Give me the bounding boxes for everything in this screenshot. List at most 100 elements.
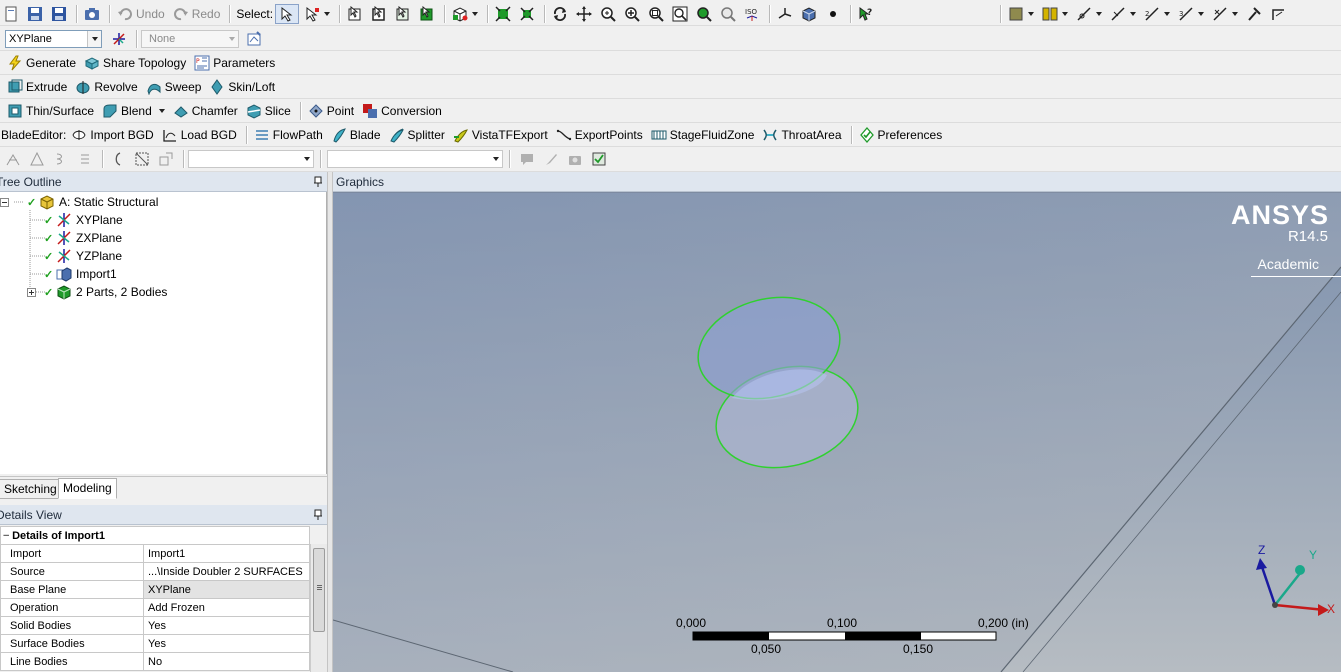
flowpath-button[interactable]: FlowPath	[251, 125, 326, 145]
tree-item-xyplane[interactable]: ✓ XYPlane	[44, 211, 123, 229]
property-value[interactable]: Import1	[143, 544, 310, 563]
select-edges-button[interactable]	[368, 4, 390, 24]
details-scrollbar[interactable]	[310, 544, 327, 672]
sketch-select-arrow[interactable]	[224, 31, 238, 47]
edge-tool-1-dropdown[interactable]	[1073, 4, 1105, 24]
tree-item-zxplane[interactable]: ✓ ZXPlane	[44, 229, 122, 247]
pin-icon[interactable]	[313, 176, 323, 188]
details-row[interactable]: Import Import1	[0, 544, 310, 563]
tree-item-parts-bodies[interactable]: ✓ 2 Parts, 2 Bodies	[27, 283, 167, 301]
iso-view-button[interactable]: ISO	[741, 4, 763, 24]
brush-button[interactable]	[540, 149, 562, 169]
comment-button[interactable]	[516, 149, 538, 169]
chamfer-button[interactable]: Chamfer	[170, 101, 241, 121]
pin-icon[interactable]	[313, 509, 323, 521]
preferences-button[interactable]: Preferences	[856, 125, 946, 145]
property-value[interactable]: No	[143, 652, 310, 671]
graphics-viewport[interactable]: ANSYS R14.5 Academic 0,000 0,100 0,200 (…	[333, 192, 1341, 672]
box-select-dropdown[interactable]	[301, 4, 333, 24]
share-topology-button[interactable]: Share Topology	[81, 53, 189, 73]
camera-tool-button[interactable]	[564, 149, 586, 169]
skin-loft-button[interactable]: Skin/Loft	[206, 77, 278, 97]
whats-this-button[interactable]: ?	[855, 4, 877, 24]
display-edges-dropdown[interactable]	[1005, 4, 1037, 24]
thin-surface-button[interactable]: Thin/Surface	[4, 101, 97, 121]
select-points-button[interactable]	[344, 4, 366, 24]
parameters-button[interactable]: P Parameters	[191, 53, 278, 73]
plane-select-arrow[interactable]	[87, 30, 101, 47]
sketch-entity-arrow[interactable]	[488, 151, 502, 167]
sketch-tool-4-button[interactable]	[74, 149, 96, 169]
details-section-header[interactable]: − Details of Import1	[0, 526, 310, 545]
edge-tool-5-dropdown[interactable]	[1209, 4, 1241, 24]
undo-button[interactable]: Undo	[114, 4, 168, 24]
zoom-button[interactable]	[597, 4, 619, 24]
rotate-button[interactable]	[549, 4, 571, 24]
sketch-filter-select[interactable]	[188, 150, 314, 168]
tree-item-static-structural[interactable]: ✓ A: Static Structural	[0, 193, 158, 211]
sketch-tool-6-button[interactable]	[131, 149, 153, 169]
load-bgd-button[interactable]: Load BGD	[159, 125, 240, 145]
sketch-tool-3-button[interactable]	[50, 149, 72, 169]
pan-button[interactable]	[573, 4, 595, 24]
blend-dropdown[interactable]: Blend	[99, 101, 168, 121]
edge-tool-2-dropdown[interactable]	[1107, 4, 1139, 24]
slice-button[interactable]: Slice	[243, 101, 294, 121]
zoom-selection-button[interactable]	[516, 4, 538, 24]
extend-selection-dropdown[interactable]	[449, 4, 481, 24]
sketch-entity-select[interactable]	[327, 150, 503, 168]
single-select-button[interactable]	[275, 3, 300, 24]
edge-tool-3-dropdown[interactable]: 2	[1141, 4, 1173, 24]
sketch-tool-7-button[interactable]	[155, 149, 177, 169]
tree-item-yzplane[interactable]: ✓ YZPlane	[44, 247, 122, 265]
stage-fluid-zone-button[interactable]: StageFluidZone	[648, 125, 758, 145]
zoom-box-button[interactable]	[669, 4, 691, 24]
tree-item-import1[interactable]: ✓ Import1	[44, 265, 117, 283]
display-points-button[interactable]	[822, 4, 844, 24]
zoom-to-fit-button[interactable]	[645, 4, 667, 24]
select-faces-button[interactable]	[392, 4, 414, 24]
details-row[interactable]: Base Plane XYPlane	[0, 580, 310, 599]
save-as-button[interactable]	[48, 4, 70, 24]
conversion-button[interactable]: Conversion	[359, 101, 445, 121]
revolve-button[interactable]: Revolve	[72, 77, 140, 97]
zoom-fit-button[interactable]	[492, 4, 514, 24]
redo-button[interactable]: Redo	[170, 4, 224, 24]
property-value[interactable]: Yes	[143, 634, 310, 653]
vistatf-export-button[interactable]: VistaTFExport	[450, 125, 551, 145]
point-button[interactable]: Point	[305, 101, 357, 121]
blade-button[interactable]: Blade	[328, 125, 384, 145]
details-row[interactable]: Surface Bodies Yes	[0, 634, 310, 653]
sketch-select[interactable]: None	[141, 29, 239, 48]
collapse-toggle[interactable]	[0, 197, 9, 207]
tab-modeling[interactable]: Modeling	[58, 478, 117, 499]
select-bodies-button[interactable]	[416, 4, 438, 24]
details-row[interactable]: Source ...\Inside Doubler 2 SURFACES	[0, 562, 310, 581]
export-points-button[interactable]: ExportPoints	[553, 125, 646, 145]
new-file-button[interactable]	[0, 4, 22, 24]
property-value[interactable]: XYPlane	[143, 580, 310, 599]
splitter-button[interactable]: Splitter	[386, 125, 448, 145]
property-value[interactable]: Yes	[143, 616, 310, 635]
throat-area-button[interactable]: ThroatArea	[759, 125, 844, 145]
import-bgd-button[interactable]: Import BGD	[68, 125, 156, 145]
details-row[interactable]: Operation Add Frozen	[0, 598, 310, 617]
display-model-button[interactable]	[798, 4, 820, 24]
extrude-button[interactable]: Extrude	[4, 77, 70, 97]
details-row[interactable]: Line Bodies No	[0, 652, 310, 671]
generate-button[interactable]: Generate	[4, 53, 79, 73]
screenshot-button[interactable]	[81, 4, 103, 24]
new-plane-button[interactable]	[108, 29, 130, 49]
edge-tool-4-dropdown[interactable]: 3	[1175, 4, 1207, 24]
box-zoom-button[interactable]	[621, 4, 643, 24]
expand-toggle[interactable]	[27, 287, 36, 297]
new-sketch-button[interactable]	[243, 29, 265, 49]
zoom-fit-green-button[interactable]	[693, 4, 715, 24]
sketch-tool-5-button[interactable]	[107, 149, 129, 169]
sketch-tool-1-button[interactable]	[2, 149, 24, 169]
scroll-thumb[interactable]	[313, 548, 325, 632]
zoom-out-button[interactable]	[717, 4, 739, 24]
edge-coloring-dropdown[interactable]	[1039, 4, 1071, 24]
property-value[interactable]: ...\Inside Doubler 2 SURFACES	[143, 562, 310, 581]
edge-pin-button[interactable]	[1243, 4, 1265, 24]
